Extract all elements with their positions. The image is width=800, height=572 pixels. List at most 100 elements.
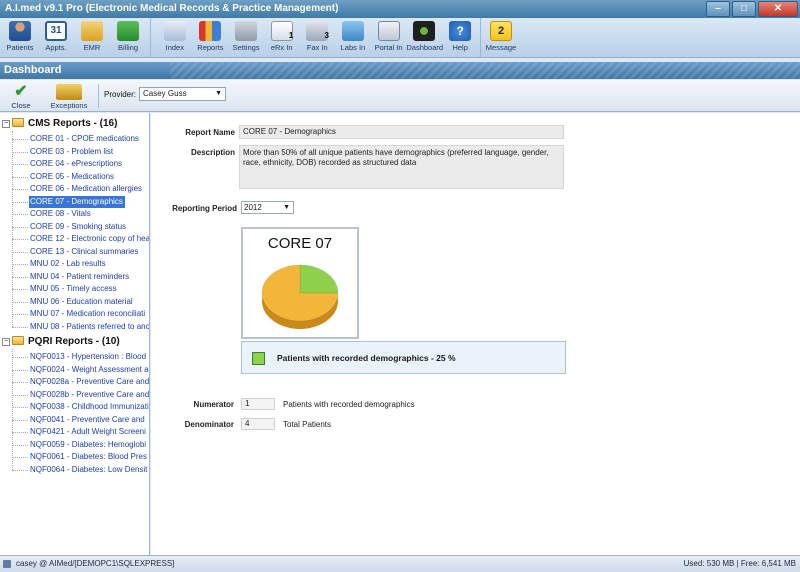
tree-item[interactable]: MNU 02 - Lab results bbox=[29, 258, 149, 270]
exceptions-button[interactable]: Exceptions bbox=[46, 82, 92, 110]
appts-label: Appts. bbox=[45, 43, 67, 52]
tree-item[interactable]: NQF0421 - Adult Weight Screeni bbox=[29, 426, 149, 438]
tree-connector bbox=[12, 457, 28, 458]
tree-connector bbox=[12, 251, 28, 253]
tree-connector bbox=[12, 214, 28, 215]
tree-item[interactable]: CORE 06 - Medication allergies bbox=[29, 183, 149, 195]
tree-item[interactable]: CORE 07 - Demographics bbox=[29, 195, 125, 208]
tree-item[interactable]: NQF0024 - Weight Assessment a bbox=[29, 364, 149, 376]
provider-label: Provider: bbox=[104, 90, 137, 99]
dashboard-icon bbox=[413, 21, 436, 41]
patients-icon bbox=[9, 21, 31, 41]
reporting-period-label: Reporting Period bbox=[172, 204, 237, 213]
dashboard-toolbar: ✔ Close Exceptions Provider: Casey Guss … bbox=[0, 80, 800, 112]
reports-label: Reports bbox=[197, 43, 224, 52]
reports-icon bbox=[199, 21, 222, 41]
fax-in-button[interactable]: 3 Fax In bbox=[300, 18, 336, 58]
tree-connector bbox=[12, 226, 28, 228]
pie-slice-1 bbox=[299, 264, 339, 294]
tree-item[interactable]: CORE 04 - ePrescriptions bbox=[29, 158, 149, 170]
tree-item[interactable]: MNU 08 - Patients referred to ano bbox=[29, 321, 149, 333]
tree-connector-line bbox=[12, 349, 13, 470]
denominator-description: Total Patients bbox=[283, 420, 332, 429]
help-button[interactable]: ? Help bbox=[442, 18, 478, 58]
fax-count-badge: 3 bbox=[324, 31, 329, 40]
calendar-icon: 31 bbox=[45, 21, 67, 41]
help-label: Help bbox=[452, 43, 468, 52]
tree-item[interactable]: NQF0028b - Preventive Care and bbox=[29, 389, 149, 401]
legend-swatch bbox=[252, 352, 265, 365]
message-label: Message bbox=[485, 43, 517, 52]
tree-item[interactable]: CORE 03 - Problem list bbox=[29, 146, 149, 158]
tree-item[interactable]: CORE 09 - Smoking status bbox=[29, 221, 149, 233]
billing-button[interactable]: Billing bbox=[110, 18, 146, 58]
tree-item[interactable]: CORE 05 - Medications bbox=[29, 171, 149, 183]
close-window-button[interactable]: ✕ bbox=[758, 1, 798, 17]
checkmark-icon: ✔ bbox=[14, 83, 28, 100]
tree-connector bbox=[12, 239, 28, 240]
close-button[interactable]: ✔ Close bbox=[6, 82, 36, 111]
provider-value: Casey Guss bbox=[143, 89, 187, 98]
settings-icon bbox=[235, 21, 258, 41]
tree-connector bbox=[12, 432, 28, 433]
denominator-field: 4 bbox=[241, 418, 275, 430]
reports-tree: − CMS Reports - (16) CORE 01 - CPOE medica… bbox=[0, 113, 150, 555]
tree-item[interactable]: NQF0064 - Diabetes: Low Densit bbox=[29, 464, 149, 476]
dashboard-label: Dashboard bbox=[406, 43, 444, 52]
tree-item[interactable]: NQF0028a - Preventive Care and bbox=[29, 376, 149, 388]
tree-group-cms[interactable]: − CMS Reports - (16) bbox=[2, 118, 117, 132]
tree-group-pqri[interactable]: − PQRI Reports - (10) bbox=[2, 336, 120, 350]
tree-item[interactable]: NQF0061 - Diabetes: Blood Pres bbox=[29, 451, 149, 463]
reports-button[interactable]: Reports bbox=[193, 18, 229, 58]
collapse-toggle-icon[interactable]: − bbox=[2, 338, 10, 346]
tree-connector bbox=[12, 314, 28, 315]
portal-in-button[interactable]: Portal In bbox=[371, 18, 407, 58]
collapse-toggle-icon[interactable]: − bbox=[2, 120, 10, 128]
tree-item[interactable]: NQF0038 - Childhood Immunizati bbox=[29, 401, 149, 413]
report-name-label: Report Name bbox=[185, 128, 235, 137]
chart-title: CORE 07 bbox=[267, 235, 333, 252]
index-button[interactable]: Index bbox=[157, 18, 193, 58]
reporting-period-select[interactable]: 2012 ▼ bbox=[241, 201, 294, 214]
reporting-period-value: 2012 bbox=[244, 203, 262, 212]
close-label: Close bbox=[11, 101, 31, 110]
provider-select[interactable]: Casey Guss ▼ bbox=[139, 87, 226, 101]
message-button[interactable]: 2 Message bbox=[483, 18, 519, 58]
tree-item[interactable]: MNU 07 - Medication reconciliati bbox=[29, 308, 149, 320]
patients-button[interactable]: Patients bbox=[2, 18, 38, 58]
tree-item[interactable]: CORE 01 - CPOE medications bbox=[29, 133, 149, 145]
tree-connector bbox=[12, 357, 28, 358]
minimize-button[interactable]: – bbox=[706, 1, 730, 17]
report-name-field: CORE 07 - Demographics bbox=[239, 125, 564, 139]
tree-item[interactable]: MNU 06 - Education material bbox=[29, 296, 149, 308]
billing-icon bbox=[117, 21, 139, 41]
labs-in-button[interactable]: Labs In bbox=[335, 18, 371, 58]
tree-group-label: CMS Reports - (16) bbox=[28, 118, 118, 129]
tree-item[interactable]: CORE 12 - Electronic copy of hea bbox=[29, 233, 149, 245]
tree-item[interactable]: NQF0059 - Diabetes: Hemoglobi bbox=[29, 439, 149, 451]
tree-item[interactable]: NQF0013 - Hypertension : Blood bbox=[29, 351, 149, 363]
tree-connector bbox=[12, 301, 28, 303]
database-icon bbox=[3, 560, 11, 568]
maximize-button[interactable]: □ bbox=[732, 1, 756, 17]
exceptions-icon bbox=[56, 84, 82, 100]
erx-label: eRx In bbox=[270, 43, 293, 52]
header-decoration bbox=[170, 62, 800, 79]
tree-item[interactable]: CORE 13 - Clinical summaries bbox=[29, 246, 149, 258]
erx-in-button[interactable]: 1 eRx In bbox=[264, 18, 300, 58]
tree-item[interactable]: NQF0041 - Preventive Care and bbox=[29, 414, 149, 426]
settings-button[interactable]: Settings bbox=[228, 18, 264, 58]
pie-chart-panel: CORE 07 bbox=[241, 227, 359, 339]
labs-label: Labs In bbox=[340, 43, 366, 52]
denominator-label: Denominator bbox=[184, 420, 234, 429]
emr-button[interactable]: EMR bbox=[74, 18, 110, 58]
exceptions-label: Exceptions bbox=[50, 101, 88, 110]
tree-item[interactable]: MNU 04 - Patient reminders bbox=[29, 271, 149, 283]
appts-button[interactable]: 31 Appts. bbox=[38, 18, 74, 58]
tree-connector bbox=[12, 469, 28, 471]
status-bar: casey @ AIMed/[DEMOPC1\SQLEXPRESS] Used:… bbox=[0, 555, 800, 572]
tree-item[interactable]: CORE 08 - Vitals bbox=[29, 208, 149, 220]
tree-item[interactable]: MNU 05 - Timely access bbox=[29, 283, 149, 295]
tree-connector bbox=[12, 189, 28, 190]
dashboard-button[interactable]: Dashboard bbox=[406, 18, 444, 58]
